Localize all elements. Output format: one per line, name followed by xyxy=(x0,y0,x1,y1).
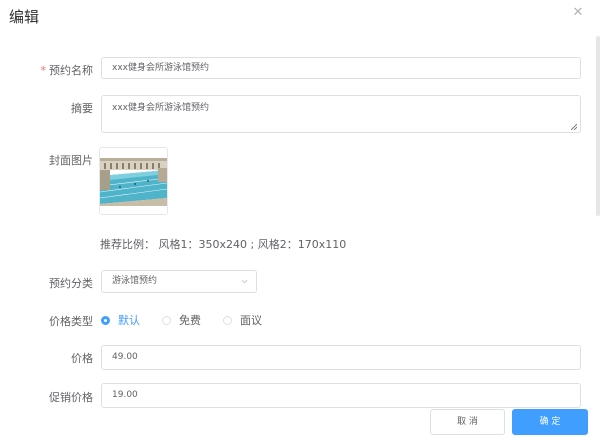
pool-image xyxy=(100,148,167,214)
name-label: * 预约名称 xyxy=(40,64,94,77)
category-label: 预约分类 xyxy=(49,277,93,290)
price-input[interactable]: 49.00 xyxy=(101,345,581,370)
cover-image-upload[interactable] xyxy=(99,147,168,215)
edit-dialog: 编辑 ✕ * 预约名称 xxx健身会所游泳馆预约 摘要 xxx健身会所游泳馆预约 … xyxy=(0,0,600,446)
close-icon[interactable]: ✕ xyxy=(571,6,585,20)
promo-price-input[interactable]: 19.00 xyxy=(101,383,581,408)
radio-unchecked-icon xyxy=(223,315,232,325)
cancel-button[interactable]: 取 消 xyxy=(430,409,505,435)
radio-default[interactable]: 默认 xyxy=(101,312,140,328)
promo-price-label: 促销价格 xyxy=(49,391,93,404)
radio-checked-icon xyxy=(101,315,110,325)
category-selected-value: 游泳馆预约 xyxy=(112,276,158,286)
price-label: 价格 xyxy=(71,352,93,365)
radio-negotiable[interactable]: 面议 xyxy=(223,312,262,328)
scrollbar[interactable] xyxy=(596,36,600,216)
summary-label: 摘要 xyxy=(71,102,93,115)
price-type-radio-group: 默认 免费 面议 xyxy=(101,313,284,327)
summary-textarea[interactable]: xxx健身会所游泳馆预约 xyxy=(101,95,581,133)
cover-size-hint: 推荐比例： 风格1：350x240 ; 风格2：170x110 xyxy=(100,238,347,251)
required-mark: * xyxy=(40,64,47,77)
radio-unchecked-icon xyxy=(162,315,171,325)
cover-label: 封面图片 xyxy=(49,154,93,167)
confirm-button[interactable]: 确 定 xyxy=(512,409,588,435)
dialog-title: 编辑 xyxy=(9,8,40,26)
summary-text: xxx健身会所游泳馆预约 xyxy=(112,103,209,113)
radio-free[interactable]: 免费 xyxy=(162,312,201,328)
name-input[interactable]: xxx健身会所游泳馆预约 xyxy=(101,57,581,79)
chevron-down-icon xyxy=(241,279,248,284)
price-type-label: 价格类型 xyxy=(49,315,93,328)
category-select[interactable]: 游泳馆预约 xyxy=(101,270,257,293)
resize-handle-icon[interactable] xyxy=(571,124,577,130)
